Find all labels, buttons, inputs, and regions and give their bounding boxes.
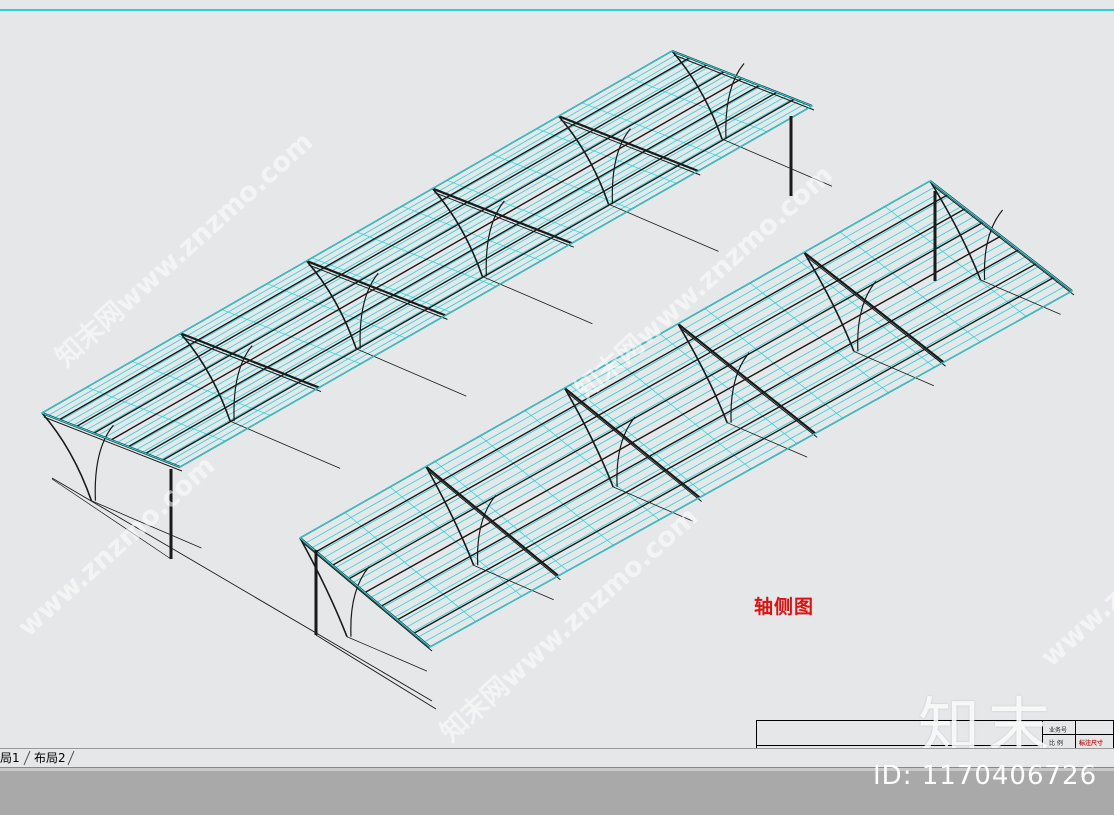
arched-support <box>476 494 497 566</box>
arched-support <box>299 537 348 637</box>
rafter <box>805 256 946 367</box>
purlin <box>380 249 1020 607</box>
tab-divider <box>67 750 75 766</box>
purlin <box>348 221 984 580</box>
arched-support <box>677 323 728 423</box>
tab-layout2[interactable]: 布局2 <box>34 750 66 766</box>
viewport-top-border <box>0 0 1114 11</box>
tab-layout1[interactable]: 局1 <box>0 750 20 766</box>
tab-divider <box>23 750 31 766</box>
purlin <box>162 98 795 461</box>
ground-line <box>346 636 428 672</box>
purlin <box>127 84 760 448</box>
arched-support <box>803 251 855 352</box>
purlin <box>413 276 1055 634</box>
title-block-scale-value: 标注尺寸 <box>1079 740 1104 747</box>
ground-line <box>91 500 202 549</box>
purlin <box>76 64 708 428</box>
rafter <box>677 322 816 435</box>
drawing-canvas[interactable] <box>0 11 1114 748</box>
image-id-text: ID: 1170406726 <box>873 761 1098 791</box>
arched-support <box>929 180 982 281</box>
ground-line <box>51 477 433 702</box>
roof-outline <box>298 180 1074 648</box>
purlin <box>145 91 778 455</box>
ground-line <box>229 420 341 469</box>
rafter <box>425 465 560 577</box>
ground-line <box>853 350 935 387</box>
rafter <box>803 251 945 364</box>
arched-support <box>563 387 614 488</box>
ground-line <box>315 634 437 710</box>
ground-line <box>356 348 467 397</box>
rafter <box>931 184 1075 296</box>
purlin <box>397 262 1037 621</box>
purlin <box>58 57 690 421</box>
isometric-canopy-drawing <box>40 49 1075 710</box>
ground-line <box>608 203 719 252</box>
purlin <box>315 194 949 553</box>
isometric-view-label: 轴侧图 <box>754 596 815 618</box>
ground-line <box>482 276 593 325</box>
arched-support <box>350 566 370 637</box>
purlin <box>93 71 725 434</box>
ground-line <box>51 478 172 560</box>
ground-line <box>721 138 833 187</box>
rafter <box>563 387 701 499</box>
